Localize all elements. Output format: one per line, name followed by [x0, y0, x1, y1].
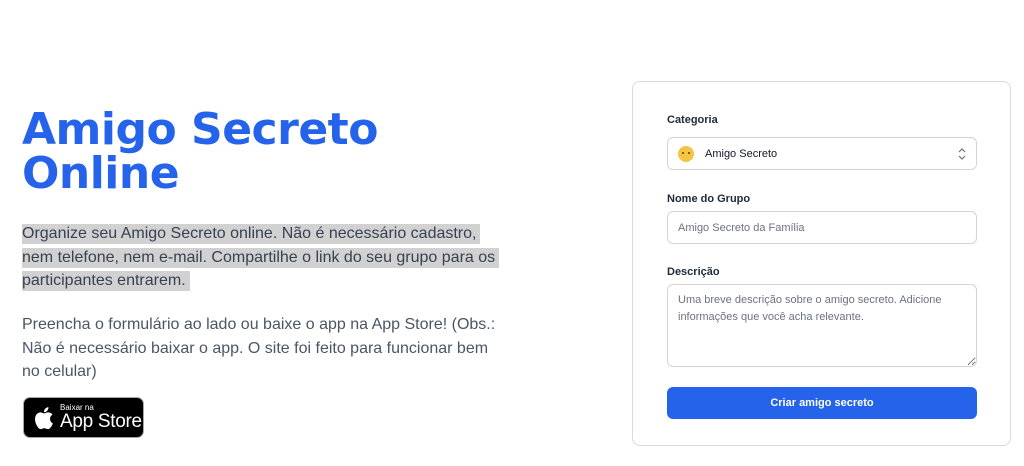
create-group-form: Categoria Amigo Secreto Nome do Grupo De…	[632, 81, 1011, 446]
description-textarea[interactable]	[667, 284, 977, 367]
group-name-input[interactable]	[667, 211, 977, 244]
category-select[interactable]: Amigo Secreto	[667, 137, 977, 170]
group-name-label: Nome do Grupo	[667, 193, 751, 205]
page-title-line-2: Online	[22, 148, 180, 199]
chevron-up-down-icon	[958, 148, 966, 160]
category-selected-value: Amigo Secreto	[705, 147, 778, 160]
description-label: Descrição	[667, 266, 720, 278]
shushing-face-emoji-icon	[678, 145, 694, 162]
intro-paragraph: Organize seu Amigo Secreto online. Não é…	[22, 222, 508, 293]
intro-text: Organize seu Amigo Secreto online. Não é…	[22, 224, 500, 291]
category-label: Categoria	[667, 114, 718, 126]
app-store-big-text: App Store	[60, 411, 142, 432]
page-title: Amigo Secreto Online	[22, 108, 442, 196]
instructions-paragraph: Preencha o formulário ao lado ou baixe o…	[22, 316, 496, 380]
create-secret-santa-button[interactable]: Criar amigo secreto	[667, 387, 977, 419]
app-store-badge[interactable]: Baixar na App Store	[23, 397, 144, 438]
apple-icon	[35, 406, 53, 429]
